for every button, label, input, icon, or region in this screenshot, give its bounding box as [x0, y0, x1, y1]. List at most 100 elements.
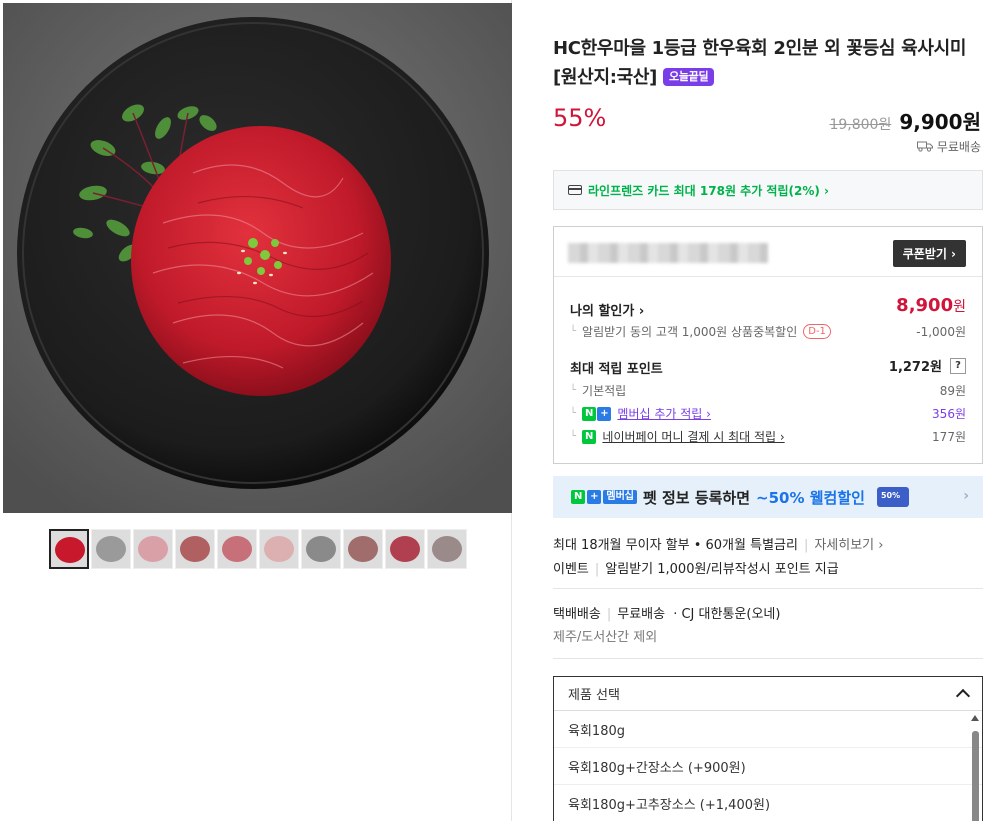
card-benefit-text: 라인프렌즈 카드 최대 178원 추가 적립(2%) ›	[588, 183, 829, 198]
thumbnail-2-swatch	[96, 536, 126, 562]
naver-membership-n-icon: N	[582, 406, 597, 421]
my-price: 8,900원	[896, 295, 966, 316]
installment-line: 최대 18개월 무이자 할부 • 60개월 특별금리 | 자세히보기 ›	[553, 538, 884, 553]
installment-text: 최대 18개월 무이자 할부 • 60개월 특별금리	[553, 538, 798, 553]
thumbnail-8-swatch	[348, 536, 378, 562]
thumbnail-4-swatch	[180, 536, 210, 562]
option-select-label: 제품 선택	[568, 688, 620, 703]
npay-link[interactable]: 네이버페이 머니 결제 시 최대 적립 ›	[602, 428, 784, 445]
benefit-divider	[554, 276, 982, 277]
option-select-header[interactable]: 제품 선택	[554, 677, 982, 711]
scrollbar-thumb[interactable]	[972, 731, 979, 821]
npay-icon: N	[582, 429, 597, 444]
option-item[interactable]: 육회180g+고추장소스 (+1,400원)	[554, 785, 982, 821]
my-price-value: 8,900	[896, 295, 954, 316]
thumbnail-10-swatch	[432, 536, 462, 562]
main-product-image[interactable]	[3, 3, 512, 513]
coupon-gift-icon	[876, 487, 909, 507]
npay-point-row: └ N 네이버페이 머니 결제 시 최대 적립 › 177원	[570, 428, 966, 445]
basic-point-label: 기본적립	[582, 384, 627, 398]
shipping-type: 택배배송	[553, 607, 601, 622]
event-text: 알림받기 1,000원/리뷰작성시 포인트 지급	[605, 562, 839, 577]
event-label: 이벤트	[553, 562, 589, 577]
thumbnail-3[interactable]	[133, 529, 173, 569]
tree-connector-icon: └	[570, 385, 577, 396]
membership-badge: N + 멤버십	[571, 490, 637, 504]
credit-card-icon	[568, 185, 582, 195]
today-deal-badge: 오늘끝딜	[663, 68, 715, 86]
thumbnail-strip	[49, 529, 467, 569]
section-divider	[553, 658, 983, 659]
product-title-text: HC한우마을 1등급 한우육회 2인분 외 꽃등심 육사시미 [원산지:국산]	[553, 38, 967, 88]
max-point-label: 최대 적립 포인트	[570, 362, 663, 377]
banner-n-icon: N	[571, 490, 586, 504]
thumbnail-5[interactable]	[217, 529, 257, 569]
option-item[interactable]: 육회180g+간장소스 (+900원)	[554, 748, 982, 785]
image-column	[0, 0, 512, 821]
thumbnail-2[interactable]	[91, 529, 131, 569]
notify-discount-label: 알림받기 동의 고객 1,000원 상품중복할인	[582, 325, 798, 339]
shipping-fee: 무료배송	[617, 607, 666, 622]
option-select[interactable]: 제품 선택 육회180g 육회180g+간장소스 (+900원) 육회180g+…	[553, 676, 983, 821]
banner-text: 펫 정보 등록하면	[642, 488, 751, 507]
delivery-info: 무료배송	[916, 138, 981, 155]
thumbnail-5-swatch	[222, 536, 252, 562]
section-divider	[553, 588, 983, 589]
event-line: 이벤트 | 알림받기 1,000원/리뷰작성시 포인트 지급	[553, 562, 839, 577]
membership-point-row: └ N + 멤버십 추가 적립 › 356원	[570, 405, 966, 422]
membership-link[interactable]: 멤버십 추가 적립 ›	[617, 405, 711, 422]
thumbnail-10[interactable]	[427, 529, 467, 569]
thumbnail-9[interactable]	[385, 529, 425, 569]
card-benefit-link[interactable]: 라인프렌즈 카드 최대 178원 추가 적립(2%) ›	[553, 170, 983, 210]
help-icon[interactable]: ?	[950, 357, 966, 374]
product-title: HC한우마을 1등급 한우육회 2인분 외 꽃등심 육사시미 [원산지:국산] …	[553, 34, 978, 92]
npay-point-value: 177원	[932, 430, 966, 444]
tree-connector-icon: └	[570, 408, 577, 419]
option-item[interactable]: 육회180g	[554, 711, 982, 748]
thumbnail-7[interactable]	[301, 529, 341, 569]
my-price-unit: 원	[953, 299, 966, 315]
notify-discount-value: -1,000원	[916, 325, 966, 339]
naver-membership-plus-icon: +	[597, 406, 612, 421]
banner-membership-label: 멤버십	[603, 490, 637, 504]
chevron-right-icon: ›	[963, 488, 969, 504]
yukhoe-plate-photo	[3, 3, 512, 513]
sale-price: 9,900원	[899, 110, 981, 134]
shipping-carrier: · CJ 대한통운(오네)	[673, 607, 781, 622]
thumbnail-1-swatch	[55, 537, 85, 563]
discount-rate: 55%	[553, 104, 607, 132]
thumbnail-7-swatch	[306, 536, 336, 562]
d-day-tag: D-1	[803, 324, 831, 339]
banner-highlight: ~50% 웰컴할인	[756, 488, 865, 507]
notify-discount-row: └ 알림받기 동의 고객 1,000원 상품중복할인 D-1 -1,000원	[570, 323, 966, 340]
installment-detail-link[interactable]: 자세히보기 ›	[814, 538, 883, 553]
banner-plus-icon: +	[587, 490, 602, 504]
truck-icon	[916, 141, 933, 152]
thumbnail-4[interactable]	[175, 529, 215, 569]
shipping-line: 택배배송 | 무료배송 · CJ 대한통운(오네)	[553, 607, 781, 622]
basic-point-value: 89원	[939, 384, 966, 398]
coupon-button[interactable]: 쿠폰받기 ›	[892, 240, 966, 267]
membership-point-value: 356원	[932, 407, 966, 421]
thumbnail-6[interactable]	[259, 529, 299, 569]
pet-welcome-banner[interactable]: N + 멤버십 펫 정보 등록하면 ~50% 웰컴할인 ›	[553, 476, 983, 518]
tree-connector-icon: └	[570, 431, 577, 442]
my-price-label[interactable]: 나의 할인가 ›	[570, 300, 644, 319]
basic-point-row: └ 기본적립 89원	[570, 382, 966, 399]
thumbnail-8[interactable]	[343, 529, 383, 569]
thumbnail-6-swatch	[264, 536, 294, 562]
delivery-text: 무료배송	[936, 140, 981, 154]
original-price: 19,800원	[829, 117, 892, 133]
product-page: HC한우마을 1등급 한우육회 2인분 외 꽃등심 육사시미 [원산지:국산] …	[0, 0, 987, 821]
option-scrollbar[interactable]	[971, 715, 979, 821]
thumbnail-1[interactable]	[49, 529, 89, 569]
thumbnail-3-swatch	[138, 536, 168, 562]
thumbnail-9-swatch	[390, 536, 420, 562]
tree-connector-icon: └	[570, 326, 577, 337]
scroll-up-arrow-icon[interactable]	[971, 715, 979, 721]
benefit-box: 쿠폰받기 › 나의 할인가 › 8,900원 └ 알림받기 동의 고객 1,000…	[553, 226, 983, 464]
max-point-value: 1,272원	[888, 360, 942, 375]
shipping-note: 제주/도서산간 제외	[553, 630, 658, 645]
max-point-value-wrap: 1,272원 ?	[889, 356, 966, 375]
chevron-up-icon	[955, 688, 971, 704]
